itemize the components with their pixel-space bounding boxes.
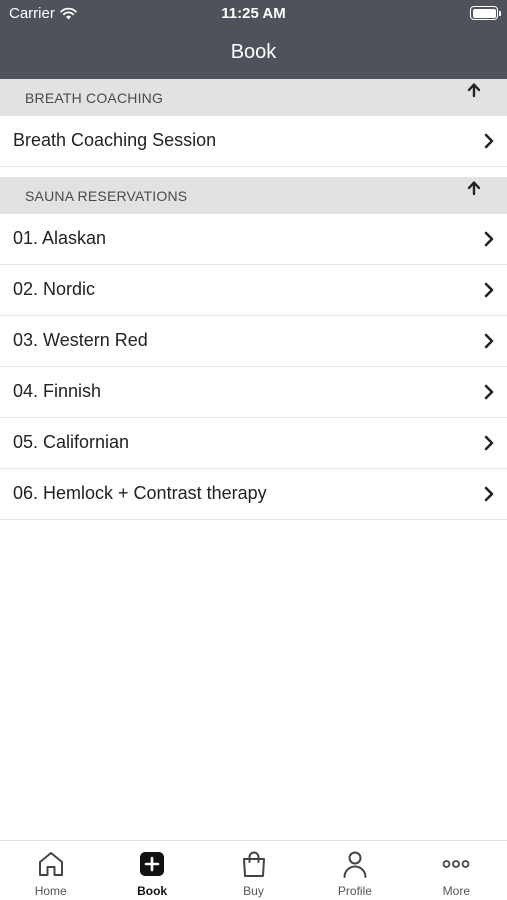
list-item[interactable]: 05. Californian xyxy=(0,418,507,469)
list-item[interactable]: 03. Western Red xyxy=(0,316,507,367)
tab-buy[interactable]: Buy xyxy=(203,841,304,900)
tab-more[interactable]: More xyxy=(406,841,507,900)
chevron-right-icon xyxy=(484,333,494,349)
arrow-up-icon[interactable] xyxy=(465,179,483,197)
list-item-label: 05. Californian xyxy=(13,432,130,452)
chevron-right-icon xyxy=(484,282,494,298)
tab-label: More xyxy=(442,884,470,898)
status-time: 11:25 AM xyxy=(221,5,286,22)
list-item[interactable]: 06. Hemlock + Contrast therapy xyxy=(0,469,507,520)
tab-label: Profile xyxy=(337,884,372,898)
list-item-label: Breath Coaching Session xyxy=(13,130,217,150)
tab-bar: Home Book Buy Profile More xyxy=(0,840,507,900)
list-item[interactable]: 02. Nordic xyxy=(0,265,507,316)
tab-profile[interactable]: Profile xyxy=(304,841,405,900)
section-title: SAUNA RESERVATIONS xyxy=(25,188,188,204)
page-title: Book xyxy=(230,41,277,63)
home-icon xyxy=(38,852,63,876)
tab-label: Book xyxy=(137,884,168,898)
list-item-label: 04. Finnish xyxy=(13,381,102,401)
chevron-right-icon xyxy=(484,384,494,400)
tab-label: Home xyxy=(34,884,67,898)
section-title: BREATH COACHING xyxy=(25,90,164,106)
more-dots-icon xyxy=(442,860,470,868)
section-header-breath-coaching[interactable]: BREATH COACHING xyxy=(0,79,507,116)
tab-label: Buy xyxy=(243,884,264,898)
shopping-bag-icon xyxy=(242,851,265,877)
tab-home[interactable]: Home xyxy=(0,841,101,900)
person-icon xyxy=(343,851,367,878)
list-item-label: 02. Nordic xyxy=(13,279,96,299)
list-item-label: 03. Western Red xyxy=(13,330,148,350)
list-item[interactable]: Breath Coaching Session xyxy=(0,116,507,167)
chevron-right-icon xyxy=(484,231,494,247)
section-header-sauna-reservations[interactable]: SAUNA RESERVATIONS xyxy=(0,177,507,214)
list-item[interactable]: 01. Alaskan xyxy=(0,214,507,265)
status-bar: Carrier 11:25 AM xyxy=(0,0,507,28)
chevron-right-icon xyxy=(484,435,494,451)
list-item-label: 06. Hemlock + Contrast therapy xyxy=(13,483,267,503)
arrow-up-icon[interactable] xyxy=(465,81,483,99)
list-item[interactable]: 04. Finnish xyxy=(0,367,507,418)
list-item-label: 01. Alaskan xyxy=(13,228,107,248)
plus-square-icon xyxy=(140,852,165,876)
navigation-header: Carrier 11:25 AM Book xyxy=(0,0,507,79)
chevron-right-icon xyxy=(484,133,494,149)
tab-book[interactable]: Book xyxy=(101,841,202,900)
chevron-right-icon xyxy=(484,486,494,502)
battery-icon xyxy=(470,6,501,20)
